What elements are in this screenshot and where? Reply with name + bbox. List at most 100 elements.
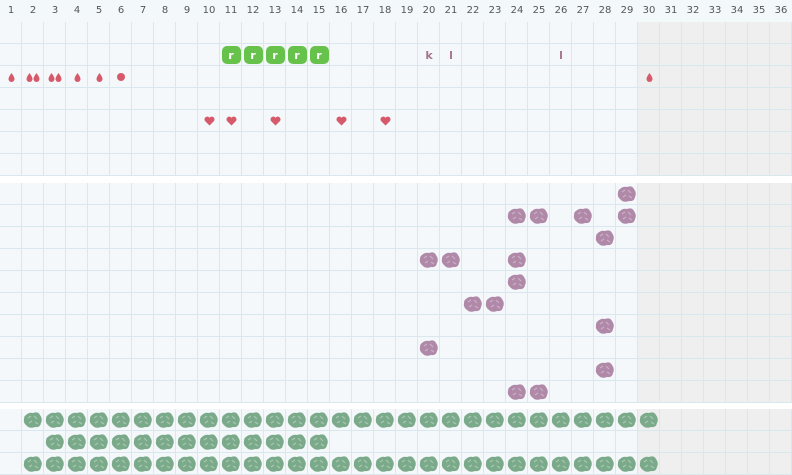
purple-blob-icon[interactable] (484, 293, 506, 315)
teal-blob-icon[interactable] (352, 453, 374, 475)
grid-cell[interactable] (396, 337, 418, 359)
grid-cell[interactable] (242, 154, 264, 176)
grid-cell[interactable] (726, 205, 748, 227)
grid-cell[interactable] (110, 315, 132, 337)
grid-cell[interactable] (374, 183, 396, 205)
grid-cell[interactable] (22, 205, 44, 227)
grid-cell[interactable] (242, 227, 264, 249)
grid-cell[interactable] (22, 154, 44, 176)
teal-blob-icon[interactable] (264, 431, 286, 453)
grid-cell[interactable] (22, 431, 44, 453)
grid-cell[interactable] (638, 132, 660, 154)
grid-cell[interactable] (616, 359, 638, 381)
teal-blob-icon[interactable] (462, 453, 484, 475)
grid-cell[interactable] (308, 22, 330, 44)
grid-cell[interactable] (748, 66, 770, 88)
teal-blob-icon[interactable] (286, 431, 308, 453)
grid-cell[interactable] (66, 337, 88, 359)
grid-cell[interactable] (198, 315, 220, 337)
grid-cell[interactable] (220, 315, 242, 337)
teal-blob-icon[interactable] (176, 431, 198, 453)
grid-cell[interactable] (66, 271, 88, 293)
grid-cell[interactable] (418, 132, 440, 154)
grid-cell[interactable] (726, 66, 748, 88)
grid-cell[interactable] (0, 431, 22, 453)
grid-cell[interactable] (594, 22, 616, 44)
grid-cell[interactable] (110, 293, 132, 315)
grid-cell[interactable] (484, 271, 506, 293)
grid-cell[interactable] (88, 249, 110, 271)
grid-cell[interactable] (88, 381, 110, 403)
grid-cell[interactable] (528, 44, 550, 66)
grid-cell[interactable] (440, 315, 462, 337)
grid-cell[interactable] (660, 381, 682, 403)
grid-cell[interactable] (418, 183, 440, 205)
grid-cell[interactable] (308, 205, 330, 227)
grid-cell[interactable] (616, 88, 638, 110)
grid-cell[interactable] (110, 381, 132, 403)
grid-cell[interactable] (308, 337, 330, 359)
grid-cell[interactable] (748, 88, 770, 110)
grid-cell[interactable] (572, 154, 594, 176)
teal-blob-icon[interactable] (572, 409, 594, 431)
teal-blob-icon[interactable] (462, 409, 484, 431)
grid-cell[interactable] (352, 154, 374, 176)
grid-cell[interactable] (748, 154, 770, 176)
teal-blob-icon[interactable] (396, 453, 418, 475)
teal-blob-icon[interactable] (132, 409, 154, 431)
purple-blob-icon[interactable] (418, 249, 440, 271)
purple-blob-icon[interactable] (506, 381, 528, 403)
grid-cell[interactable] (418, 22, 440, 44)
grid-cell[interactable] (198, 381, 220, 403)
grid-cell[interactable] (330, 44, 352, 66)
grid-cell[interactable] (418, 381, 440, 403)
grid-cell[interactable] (594, 110, 616, 132)
grid-cell[interactable] (748, 22, 770, 44)
grid-cell[interactable] (176, 44, 198, 66)
grid-cell[interactable] (528, 66, 550, 88)
grid-cell[interactable] (44, 22, 66, 44)
teal-blob-icon[interactable] (616, 409, 638, 431)
grid-cell[interactable] (198, 22, 220, 44)
purple-blob-icon[interactable] (594, 359, 616, 381)
grid-cell[interactable] (110, 359, 132, 381)
grid-cell[interactable] (726, 154, 748, 176)
grid-cell[interactable] (154, 337, 176, 359)
grid-cell[interactable] (66, 293, 88, 315)
grid-cell[interactable] (396, 271, 418, 293)
grid-cell[interactable] (220, 359, 242, 381)
grid-cell[interactable] (198, 154, 220, 176)
grid-cell[interactable] (22, 183, 44, 205)
grid-cell[interactable] (616, 110, 638, 132)
grid-cell[interactable] (88, 44, 110, 66)
grid-cell[interactable] (220, 88, 242, 110)
grid-cell[interactable] (66, 154, 88, 176)
grid-cell[interactable] (374, 293, 396, 315)
grid-cell[interactable] (374, 227, 396, 249)
grid-cell[interactable] (704, 315, 726, 337)
grid-cell[interactable] (308, 66, 330, 88)
grid-cell[interactable] (22, 132, 44, 154)
grid-cell[interactable] (572, 337, 594, 359)
teal-blob-icon[interactable] (220, 431, 242, 453)
grid-cell[interactable] (616, 22, 638, 44)
grid-cell[interactable] (660, 249, 682, 271)
grid-cell[interactable] (484, 66, 506, 88)
grid-cell[interactable] (660, 88, 682, 110)
grid-cell[interactable] (528, 315, 550, 337)
grid-cell[interactable] (572, 110, 594, 132)
grid-cell[interactable] (462, 88, 484, 110)
grid-cell[interactable] (132, 88, 154, 110)
grid-cell[interactable] (22, 381, 44, 403)
teal-blob-icon[interactable] (198, 409, 220, 431)
grid-cell[interactable] (528, 249, 550, 271)
grid-cell[interactable] (484, 205, 506, 227)
grid-cell[interactable] (330, 337, 352, 359)
grid-cell[interactable] (220, 381, 242, 403)
grid-cell[interactable] (550, 88, 572, 110)
grid-cell[interactable] (110, 183, 132, 205)
grid-cell[interactable] (132, 110, 154, 132)
teal-blob-icon[interactable] (440, 453, 462, 475)
purple-blob-icon[interactable] (528, 205, 550, 227)
grid-cell[interactable] (550, 227, 572, 249)
